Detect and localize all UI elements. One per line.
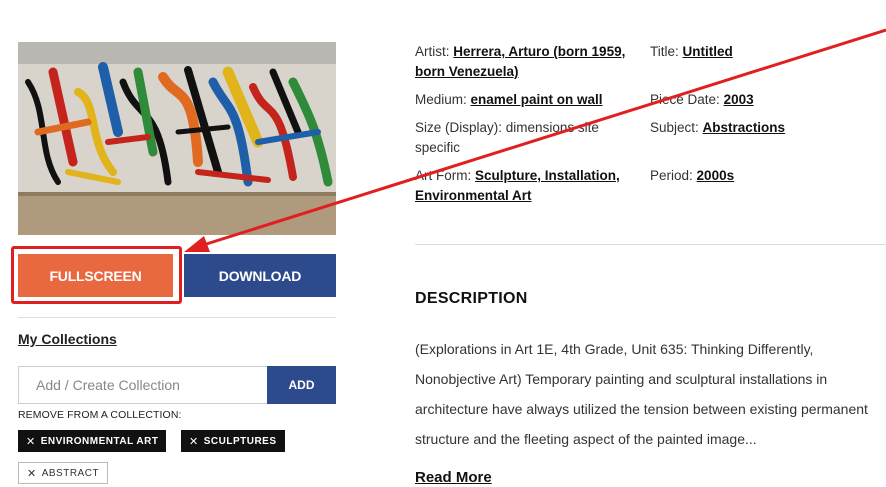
meta-label: Piece Date: xyxy=(650,92,720,107)
period-link[interactable]: 2000s xyxy=(697,168,735,183)
meta-art-form: Art Form: Sculpture, Installation, Envir… xyxy=(415,166,647,206)
download-button[interactable]: DOWNLOAD xyxy=(184,254,336,297)
meta-title: Title: Untitled xyxy=(650,42,880,62)
meta-label: Medium: xyxy=(415,92,467,107)
remove-from-collection-label: REMOVE FROM A COLLECTION: xyxy=(18,409,182,421)
annotation-highlight-box xyxy=(11,246,182,304)
my-collections-link[interactable]: My Collections xyxy=(18,331,117,347)
collection-name-input[interactable] xyxy=(18,366,268,404)
collection-tag-label: SCULPTURES xyxy=(203,435,277,447)
close-icon[interactable]: ✕ xyxy=(26,435,36,448)
meta-period: Period: 2000s xyxy=(650,166,880,186)
read-more-link[interactable]: Read More xyxy=(415,469,492,486)
subject-link[interactable]: Abstractions xyxy=(703,120,786,135)
meta-label: Title: xyxy=(650,44,679,59)
piece-date-link[interactable]: 2003 xyxy=(724,92,754,107)
meta-piece-date: Piece Date: 2003 xyxy=(650,90,880,110)
collection-tag[interactable]: ✕ ENVIRONMENTAL ART xyxy=(18,430,167,452)
divider xyxy=(415,244,886,245)
collection-tag-label: ENVIRONMENTAL ART xyxy=(40,435,159,447)
medium-link[interactable]: enamel paint on wall xyxy=(471,92,603,107)
description-heading: DESCRIPTION xyxy=(415,290,528,307)
add-collection-button[interactable]: ADD xyxy=(267,366,336,404)
arrow-head xyxy=(184,236,210,252)
collection-tag-label: ABSTRACT xyxy=(41,467,100,479)
meta-label: Subject: xyxy=(650,120,699,135)
meta-label: Artist: xyxy=(415,44,450,59)
meta-label: Period: xyxy=(650,168,693,183)
description-text: (Explorations in Art 1E, 4th Grade, Unit… xyxy=(415,341,868,447)
meta-label: Art Form: xyxy=(415,168,472,183)
title-link[interactable]: Untitled xyxy=(683,44,733,59)
meta-medium: Medium: enamel paint on wall xyxy=(415,90,647,110)
meta-subject: Subject: Abstractions xyxy=(650,118,880,138)
collection-tag[interactable]: ✕ ABSTRACT xyxy=(18,462,109,484)
meta-size: Size (Display): dimensions site specific xyxy=(415,118,647,158)
close-icon[interactable]: ✕ xyxy=(27,467,37,480)
meta-artist: Artist: Herrera, Arturo (born 1959, born… xyxy=(415,42,647,82)
close-icon[interactable]: ✕ xyxy=(189,435,199,448)
meta-label: Size (Display): xyxy=(415,120,503,135)
divider xyxy=(18,317,336,318)
collection-tag[interactable]: ✕ SCULPTURES xyxy=(181,430,285,452)
artwork-image[interactable] xyxy=(18,42,336,235)
